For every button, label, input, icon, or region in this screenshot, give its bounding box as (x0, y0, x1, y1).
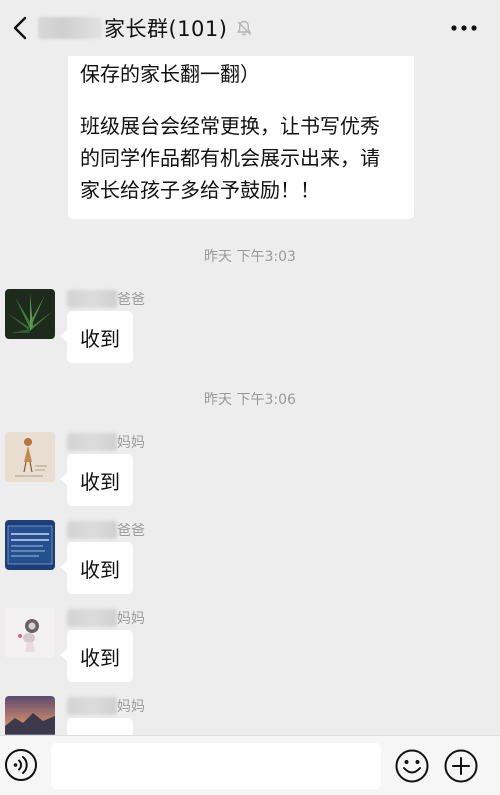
sender-name-suffix: 妈妈 (117, 435, 145, 451)
sender-name-suffix: 爸爸 (117, 523, 145, 539)
message-bubble[interactable] (67, 718, 133, 735)
blurred-sender-name (67, 609, 117, 627)
avatar[interactable] (5, 520, 55, 570)
message-bubble[interactable]: 收到 (60, 454, 133, 506)
message-text: 收到 (80, 326, 120, 351)
sender-name: 爸爸 (67, 289, 145, 309)
message-bubble[interactable]: 收到 (60, 630, 133, 682)
chevron-left-icon[interactable] (8, 12, 36, 44)
timestamp: 昨天 下午3:06 (204, 392, 296, 408)
blurred-group-name (38, 17, 102, 39)
message-text: 收到 (80, 557, 120, 582)
avatar[interactable] (5, 696, 55, 735)
avatar[interactable] (5, 432, 55, 482)
sender-name: 妈妈 (67, 696, 145, 716)
avatar-blue-card-image (5, 520, 55, 570)
plus-icon[interactable] (443, 748, 479, 784)
message-bubble[interactable]: 收到 (60, 311, 133, 363)
timestamp: 昨天 下午3:03 (204, 249, 296, 265)
avatar[interactable] (5, 289, 55, 339)
sender-name: 爸爸 (67, 520, 145, 540)
sender-name-suffix: 爸爸 (117, 292, 145, 308)
sender-name: 妈妈 (67, 432, 145, 452)
blurred-sender-name (67, 697, 117, 715)
sender-name: 妈妈 (67, 608, 145, 628)
bell-off-icon (237, 20, 252, 36)
message-text: 收到 (80, 645, 120, 670)
chat-title: 家长群(101) (104, 17, 228, 41)
message-bubble[interactable]: 收到 (60, 542, 133, 594)
message-text: 收到 (80, 469, 120, 494)
blurred-sender-name (67, 433, 117, 451)
chat-title-area[interactable]: 家长群(101) (38, 13, 253, 43)
notice-line-1: 保存的家长翻一翻） (80, 62, 260, 86)
message-list[interactable]: 保存的家长翻一翻） 班级展台会经常更换，让书写优秀 的同学作品都有机会展示出来，… (0, 56, 500, 735)
notice-paragraph-2: 班级展台会经常更换，让书写优秀 的同学作品都有机会展示出来，请 家长给孩子多给予… (80, 114, 380, 202)
message-input[interactable] (51, 743, 381, 789)
input-toolbar (0, 735, 500, 795)
voice-icon[interactable] (4, 748, 38, 782)
more-dots-icon[interactable] (450, 22, 478, 34)
sender-name-suffix: 妈妈 (117, 611, 145, 627)
chat-header: 家长群(101) (0, 0, 500, 56)
avatar-landscape-image (5, 696, 55, 735)
avatar-sketch-image (5, 432, 55, 482)
avatar[interactable] (5, 608, 55, 658)
sender-name-suffix: 妈妈 (117, 699, 145, 715)
message-bubble-notice[interactable]: 保存的家长翻一翻） 班级展台会经常更换，让书写优秀 的同学作品都有机会展示出来，… (68, 56, 414, 219)
blurred-sender-name (67, 521, 117, 539)
emoji-icon[interactable] (394, 748, 430, 784)
avatar-flower-image (5, 608, 55, 658)
blurred-sender-name (67, 290, 117, 308)
avatar-plant-image (5, 289, 55, 339)
